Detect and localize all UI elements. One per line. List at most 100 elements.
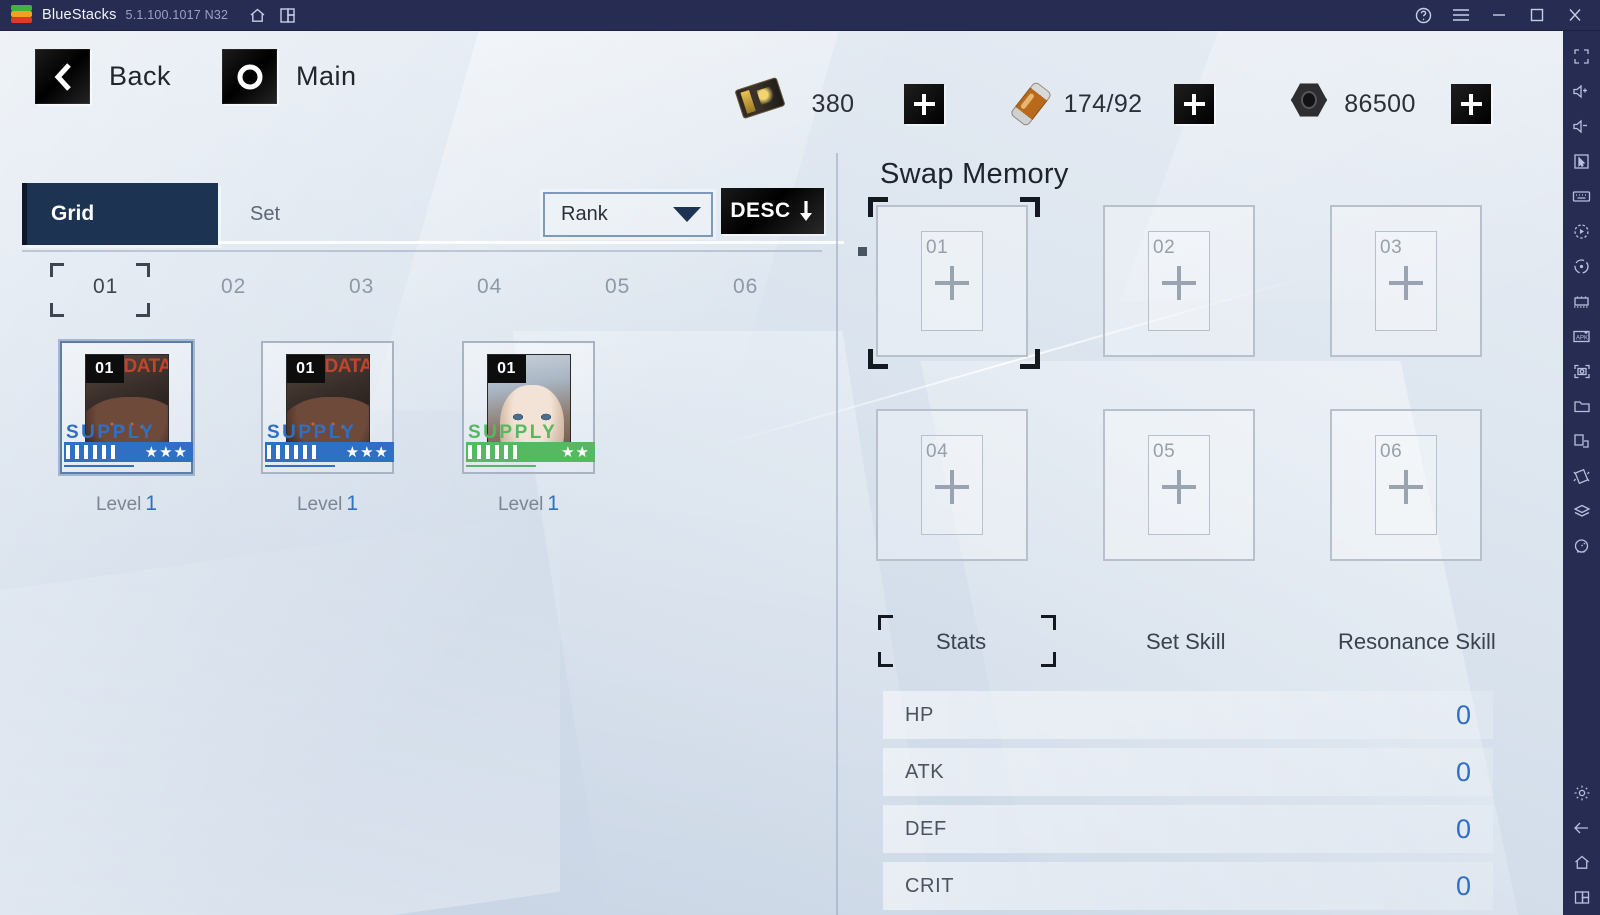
android-recents-icon[interactable] [1563,880,1600,915]
card-stars: ★★★ [345,444,389,461]
slot-filter-06[interactable]: 06 [733,275,758,299]
tab-set-label: Set [250,202,281,225]
card-stars: ★★ [561,444,590,461]
card-level-value: 1 [547,492,560,515]
stat-row: HP 0 [883,691,1493,739]
tab-set[interactable]: Set [250,183,280,245]
game-viewport: Back Main 380 174/92 86500 Grid Set Rank… [0,31,1563,915]
memory-card[interactable]: 01 SUPPLY ★★ Level 1 [462,341,595,516]
swap-slot-placeholder: 02 [1148,231,1210,331]
android-home-icon[interactable] [1563,845,1600,880]
stat-value: 0 [1455,813,1471,844]
swap-slot-01[interactable]: 01 [868,197,1040,369]
tab-grid[interactable]: Grid [22,183,218,245]
back-button[interactable]: Back [35,49,171,104]
swap-slot-06[interactable]: 06 [1330,409,1482,561]
swap-slot-03[interactable]: 03 [1330,205,1482,357]
swap-slot-placeholder: 03 [1375,231,1437,331]
swap-slot-02[interactable]: 02 [1103,205,1255,357]
sort-by-dropdown[interactable]: Rank [543,192,713,237]
minimize-icon[interactable] [1480,0,1518,31]
tab-stats[interactable]: Stats [936,629,986,655]
detail-tabs: Stats Set Skill Resonance Skill [858,615,1558,675]
vial-icon [1008,80,1056,128]
plus-icon [1389,469,1423,504]
art-detail [509,412,556,422]
back-label: Back [109,61,172,91]
card-rarity-bar: ★★★ [64,442,193,462]
card-rarity-underline [265,465,335,467]
card-rarity-bar: ★★★ [265,442,394,462]
bluestacks-sidebar: APK [1563,31,1600,915]
currency-gold: 380 [734,76,944,125]
slot-filter-03[interactable]: 03 [349,275,374,299]
help-icon[interactable] [1404,0,1442,31]
memory-card-frame[interactable]: 01 DATA SUPPLY ★★★ [60,341,193,474]
swap-slot-04[interactable]: 04 [876,409,1028,561]
sync-operations-icon[interactable] [1563,249,1600,284]
card-slot-badge: 01 [487,354,526,383]
circle-icon [222,49,277,104]
card-rarity-bar: ★★ [466,442,595,462]
add-gold-button[interactable] [904,84,944,124]
swap-memory-panel: Swap Memory 01 02 03 04 05 06 Stats Set … [838,153,1563,915]
svg-text:APK: APK [1576,336,1588,342]
swap-slot-number: 04 [926,441,949,462]
android-back-icon[interactable] [1563,810,1600,845]
swap-slot-grid: 01 02 03 04 05 06 [868,197,1482,561]
slot-filter-04[interactable]: 04 [477,275,502,299]
menu-icon[interactable] [1442,0,1480,31]
fullscreen-icon[interactable] [1563,39,1600,74]
rotate-icon[interactable] [1563,424,1600,459]
volume-up-icon[interactable] [1563,74,1600,109]
stat-value: 0 [1455,756,1471,787]
shake-icon[interactable] [1563,459,1600,494]
chevron-left-icon [35,49,90,104]
memory-card[interactable]: 01 DATA SUPPLY ★★★ Level 1 [261,341,394,516]
panel-title: Swap Memory [880,158,1069,190]
memory-card[interactable]: 01 DATA SUPPLY ★★★ Level 1 [60,341,193,516]
bluestacks-window: BlueStacks 5.1.100.1017 N32 Back Main 38… [0,0,1600,915]
slot-filter-05[interactable]: 05 [605,275,630,299]
card-level: Level 1 [96,492,157,516]
tab-resonance-skill[interactable]: Resonance Skill [1338,629,1496,655]
memory-list-panel: Grid Set Rank DESC 01 02 03 04 05 06 01 … [0,153,867,915]
card-rarity-underline [466,465,536,467]
screenshot-icon[interactable] [1563,354,1600,389]
currency-parts-value: 86500 [1344,89,1416,118]
memory-card-frame[interactable]: 01 SUPPLY ★★ [462,341,595,474]
sort-order-button[interactable]: DESC [721,188,824,234]
app-name: BlueStacks [42,7,117,23]
maximize-icon[interactable] [1518,0,1556,31]
stat-value: 0 [1455,870,1471,901]
plus-icon [1162,469,1196,504]
volume-down-icon[interactable] [1563,109,1600,144]
keyboard-controls-icon[interactable] [1563,179,1600,214]
macro-recorder-icon[interactable] [1563,214,1600,249]
memory-card-frame[interactable]: 01 DATA SUPPLY ★★★ [261,341,394,474]
list-scrollbar[interactable] [22,250,822,252]
add-stamina-button[interactable] [1174,84,1214,124]
multi-instance-icon[interactable] [272,0,302,30]
swap-slot-number: 06 [1380,441,1403,462]
multi-instance-manager-icon[interactable] [1563,284,1600,319]
plus-icon [1389,265,1423,300]
card-slot-badge: 01 [286,354,325,383]
add-parts-button[interactable] [1451,84,1491,124]
main-button[interactable]: Main [222,49,357,104]
cursor-icon[interactable] [1563,144,1600,179]
slot-filter-02[interactable]: 02 [221,275,246,299]
swap-slot-05[interactable]: 05 [1103,409,1255,561]
card-level: Level 1 [498,492,559,516]
home-icon[interactable] [242,0,272,30]
media-folder-icon[interactable] [1563,389,1600,424]
card-rarity-label: SUPPLY [267,422,357,443]
close-icon[interactable] [1556,0,1594,31]
settings-gear-icon[interactable] [1563,775,1600,810]
slot-filter-01[interactable]: 01 [93,275,118,299]
layers-icon[interactable] [1563,494,1600,529]
install-apk-icon[interactable]: APK [1563,319,1600,354]
slot-filter-row: 01 02 03 04 05 06 [22,263,822,319]
tab-set-skill[interactable]: Set Skill [1146,629,1225,655]
performance-icon[interactable] [1563,529,1600,564]
